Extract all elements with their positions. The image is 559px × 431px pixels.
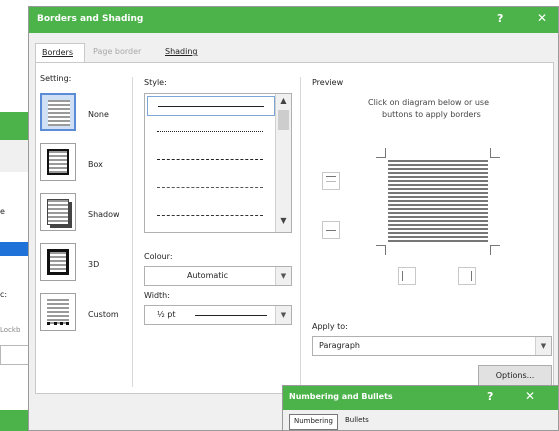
tab-numbering[interactable]: Numbering: [289, 414, 338, 430]
tab-bullets[interactable]: Bullets: [341, 414, 373, 430]
style-option-dotted[interactable]: [147, 122, 275, 142]
apply-to-value: Paragraph: [319, 341, 360, 350]
options-button-label: Options...: [495, 371, 535, 380]
style-label: Style:: [144, 78, 167, 87]
setting-box-label[interactable]: Box: [88, 160, 103, 169]
colour-value: Automatic: [187, 271, 229, 280]
numbering-help-button[interactable]: ?: [487, 390, 493, 403]
style-preview-divider: [300, 77, 301, 387]
background-window: e c: Lockb: [0, 0, 30, 431]
tab-strip: Borders Page border Shading: [29, 33, 558, 63]
width-label: Width:: [144, 291, 170, 300]
colour-dropdown[interactable]: Automatic ▼: [144, 266, 292, 286]
setting-style-divider: [132, 77, 133, 387]
setting-3d-label[interactable]: 3D: [88, 260, 99, 269]
style-option-dash-dot[interactable]: [147, 206, 275, 226]
width-dropdown[interactable]: ½ pt ▼: [144, 305, 292, 325]
setting-none-icon[interactable]: [40, 93, 76, 131]
close-button[interactable]: ✕: [537, 11, 547, 25]
background-window-footer: [0, 410, 30, 431]
preview-diagram[interactable]: [388, 160, 488, 244]
background-selected-item[interactable]: [0, 242, 30, 256]
tab-shading[interactable]: Shading: [159, 43, 209, 63]
dialog-titlebar: Borders and Shading ? ✕: [29, 7, 558, 33]
preview-label: Preview: [312, 78, 344, 87]
background-field-label: Lockb: [0, 326, 21, 334]
left-border-icon[interactable]: [398, 267, 416, 285]
width-line-sample: [195, 315, 267, 316]
dialog-title: Borders and Shading: [37, 14, 144, 24]
apply-to-label: Apply to:: [312, 322, 348, 331]
background-window-titlebar: [0, 112, 30, 140]
numbering-and-bullets-dialog: Numbering and Bullets ? ✕ Numbering Bull…: [282, 385, 559, 431]
help-button[interactable]: ?: [497, 12, 503, 25]
apply-to-dropdown-arrow-icon[interactable]: ▼: [535, 337, 551, 355]
background-window-toolbar: [0, 140, 30, 172]
preview-group: Preview Click on diagram below or use bu…: [306, 75, 554, 313]
style-scrollbar[interactable]: ▲ ▼: [275, 94, 291, 232]
top-border-icon[interactable]: [322, 172, 340, 190]
scroll-down-icon[interactable]: ▼: [276, 216, 291, 230]
tab-page-border[interactable]: Page border: [87, 43, 155, 63]
setting-shadow-label[interactable]: Shadow: [88, 210, 120, 219]
scroll-thumb[interactable]: [278, 110, 289, 130]
numbering-dialog-title: Numbering and Bullets: [289, 392, 393, 401]
setting-3d-icon[interactable]: [40, 243, 76, 281]
colour-label: Colour:: [144, 252, 173, 261]
numbering-dialog-titlebar: Numbering and Bullets ? ✕: [283, 386, 558, 410]
options-button[interactable]: Options...: [478, 365, 552, 387]
setting-none-label[interactable]: None: [88, 110, 109, 119]
borders-and-shading-dialog: Borders and Shading ? ✕ Borders Page bor…: [28, 6, 559, 431]
setting-custom-label[interactable]: Custom: [88, 310, 119, 319]
tab-borders[interactable]: Borders: [35, 43, 85, 63]
style-option-dashed-small[interactable]: [147, 150, 275, 170]
preview-instructions-line1: Click on diagram below or use: [368, 98, 490, 107]
setting-box-icon[interactable]: [40, 143, 76, 181]
tab-borders-label: Borders: [42, 48, 73, 57]
tab-page-border-label: Page border: [93, 47, 142, 56]
apply-to-dropdown[interactable]: Paragraph ▼: [312, 336, 552, 356]
colour-dropdown-arrow-icon[interactable]: ▼: [275, 267, 291, 285]
style-option-dashed[interactable]: [147, 178, 275, 198]
background-label-c: c:: [0, 290, 8, 299]
setting-custom-icon[interactable]: [40, 293, 76, 331]
width-dropdown-arrow-icon[interactable]: ▼: [275, 306, 291, 324]
preview-corner-tr: [490, 148, 500, 158]
numbering-close-button[interactable]: ✕: [525, 389, 535, 403]
setting-label: Setting:: [40, 74, 72, 83]
preview-corner-br: [490, 245, 500, 255]
preview-instructions-line2: buttons to apply borders: [382, 110, 481, 119]
background-label-e: e: [0, 207, 5, 216]
middle-border-icon[interactable]: [322, 221, 340, 239]
background-input[interactable]: [0, 345, 30, 365]
style-option-solid[interactable]: [147, 96, 275, 116]
borders-tab-panel: Setting: None Box Shadow 3D Custom Style…: [35, 62, 554, 394]
tab-shading-label: Shading: [165, 47, 198, 56]
style-listbox[interactable]: ▲ ▼: [144, 93, 292, 233]
preview-corner-tl: [376, 148, 386, 158]
preview-corner-bl: [376, 245, 386, 255]
right-border-icon[interactable]: [458, 267, 476, 285]
width-value: ½ pt: [157, 310, 176, 319]
setting-shadow-icon[interactable]: [40, 193, 76, 231]
scroll-up-icon[interactable]: ▲: [276, 96, 291, 110]
